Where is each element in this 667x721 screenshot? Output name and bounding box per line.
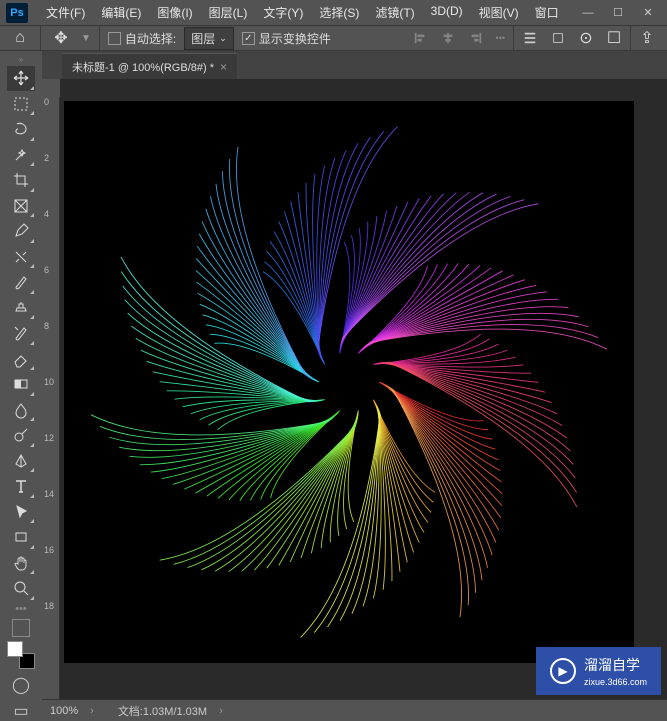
collapse-tools-icon[interactable]: » <box>7 55 35 65</box>
search-icon[interactable]: ⊙ <box>574 26 598 50</box>
type-tool[interactable] <box>7 474 35 499</box>
distribute-icon[interactable] <box>518 26 542 50</box>
status-doc-label: 文档: <box>118 706 143 718</box>
home-icon[interactable]: ⌂ <box>8 26 32 50</box>
align-center-h-icon[interactable] <box>436 26 460 50</box>
align-right-icon[interactable] <box>464 26 488 50</box>
minimize-button[interactable]: — <box>575 4 601 22</box>
document-tab-title: 未标题-1 @ 100%(RGB/8#) * <box>72 59 214 75</box>
auto-select-checkbox[interactable] <box>108 32 121 45</box>
status-zoom[interactable]: 100% <box>50 705 78 717</box>
spiral-artwork <box>64 101 634 663</box>
clone-stamp-tool[interactable] <box>7 295 35 320</box>
screen-mode-icon[interactable]: ▭ <box>13 701 28 721</box>
maximize-button[interactable]: ☐ <box>605 4 631 22</box>
zoom-arrow-icon[interactable]: › <box>90 705 94 717</box>
pen-tool[interactable] <box>7 448 35 473</box>
menu-window[interactable]: 窗口 <box>529 0 565 25</box>
watermark: ▶ 溜溜自学 zixue.3d66.com <box>536 647 661 695</box>
play-icon: ▶ <box>550 658 576 684</box>
close-button[interactable]: ✕ <box>635 4 661 22</box>
menu-3d[interactable]: 3D(D) <box>425 0 469 25</box>
watermark-url: zixue.3d66.com <box>584 677 647 687</box>
menu-select[interactable]: 选择(S) <box>313 0 365 25</box>
history-brush-tool[interactable] <box>7 321 35 346</box>
lasso-tool[interactable] <box>7 117 35 142</box>
color-swatch[interactable] <box>7 641 35 669</box>
zoom-tool[interactable] <box>7 576 35 601</box>
healing-brush-tool[interactable] <box>7 244 35 269</box>
edit-toolbar-icon[interactable] <box>12 619 30 637</box>
menu-view[interactable]: 视图(V) <box>473 0 525 25</box>
app-logo: Ps <box>6 3 28 23</box>
menu-edit[interactable]: 编辑(E) <box>95 0 147 25</box>
move-tool[interactable] <box>7 66 35 91</box>
menu-filter[interactable]: 滤镜(T) <box>369 0 420 25</box>
menu-file[interactable]: 文件(F) <box>40 0 91 25</box>
canvas[interactable] <box>64 101 634 663</box>
frame-tool[interactable] <box>7 193 35 218</box>
workspace-icon[interactable]: ☐ <box>602 26 626 50</box>
vertical-ruler[interactable]: 024681012141618 <box>42 97 60 699</box>
status-bar: 100% › 文档:1.03M/1.03M › <box>42 699 667 721</box>
tool-strip: » ••• ◯ ▭ <box>0 51 42 721</box>
auto-select-label: 自动选择: <box>125 30 176 47</box>
align-left-icon[interactable] <box>408 26 432 50</box>
gradient-tool[interactable] <box>7 372 35 397</box>
watermark-brand: 溜溜自学 <box>584 657 640 673</box>
menu-type[interactable]: 文字(Y) <box>257 0 309 25</box>
rectangle-tool[interactable] <box>7 525 35 550</box>
eraser-tool[interactable] <box>7 346 35 371</box>
menu-bar: 文件(F) 编辑(E) 图像(I) 图层(L) 文字(Y) 选择(S) 滤镜(T… <box>40 0 575 25</box>
blur-tool[interactable] <box>7 397 35 422</box>
status-doc-size: 1.03M/1.03M <box>143 706 207 718</box>
magic-wand-tool[interactable] <box>7 142 35 167</box>
options-bar: ⌂ ✥ ▼ 自动选择: 图层 ⌄ ✓ 显示变换控件 ••• ⊙ ☐ <box>0 25 667 51</box>
close-tab-icon[interactable]: × <box>220 60 227 74</box>
hand-tool[interactable] <box>7 550 35 575</box>
path-select-tool[interactable] <box>7 499 35 524</box>
3d-mode-icon[interactable] <box>546 26 570 50</box>
document-tab[interactable]: 未标题-1 @ 100%(RGB/8#) * × <box>62 53 237 79</box>
eyedropper-tool[interactable] <box>7 219 35 244</box>
tool-overflow-icon[interactable]: ••• <box>15 603 27 615</box>
dodge-tool[interactable] <box>7 423 35 448</box>
brush-tool[interactable] <box>7 270 35 295</box>
move-tool-icon: ✥ <box>49 26 73 50</box>
docinfo-arrow-icon[interactable]: › <box>219 705 223 717</box>
quick-mask-icon[interactable]: ◯ <box>12 675 30 695</box>
crop-tool[interactable] <box>7 168 35 193</box>
menu-image[interactable]: 图像(I) <box>151 0 198 25</box>
menu-layer[interactable]: 图层(L) <box>203 0 254 25</box>
marquee-tool[interactable] <box>7 91 35 116</box>
show-transform-checkbox[interactable]: ✓ <box>242 32 255 45</box>
share-icon[interactable]: ⇪ <box>635 26 659 50</box>
show-transform-label: 显示变换控件 <box>259 30 331 47</box>
auto-select-target-dropdown[interactable]: 图层 ⌄ <box>184 27 234 50</box>
foreground-color[interactable] <box>7 641 23 657</box>
